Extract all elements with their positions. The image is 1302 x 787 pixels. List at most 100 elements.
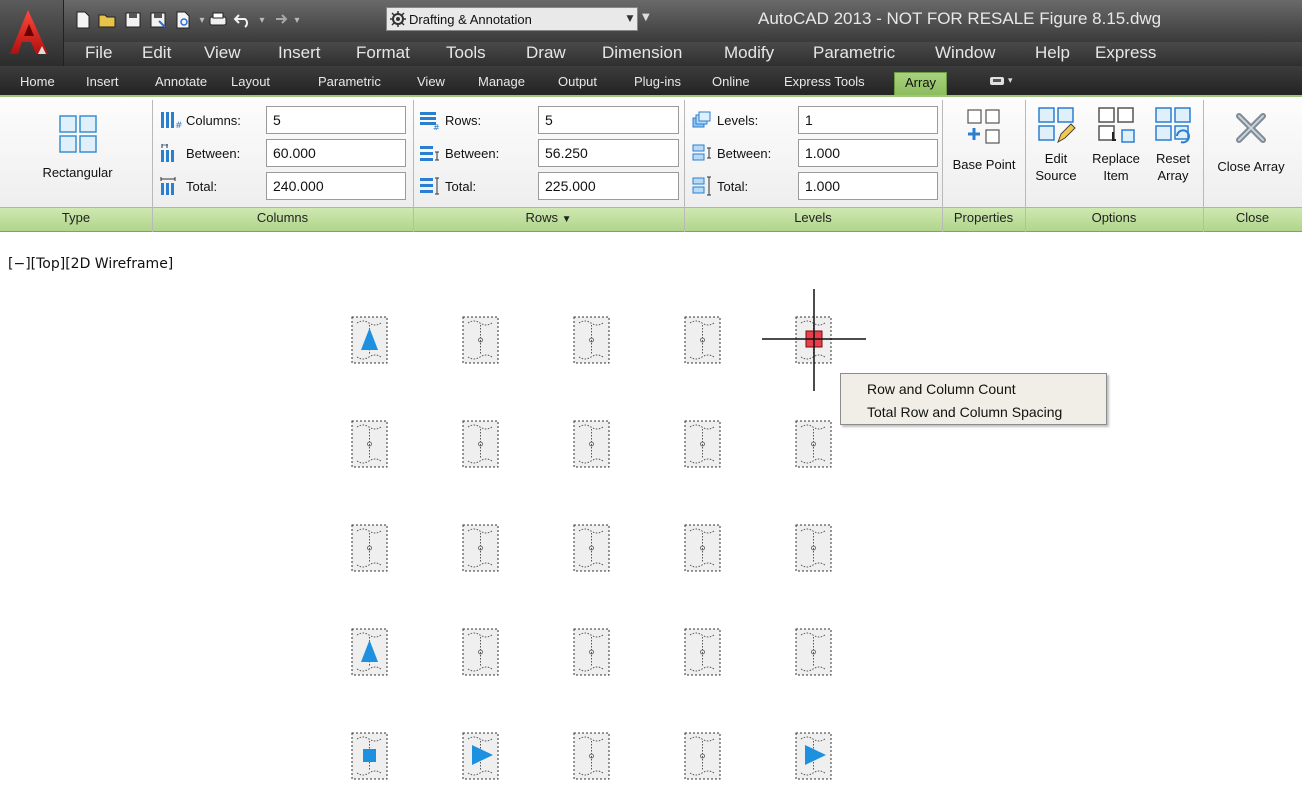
tab-view[interactable]: View (417, 74, 445, 89)
tab-output[interactable]: Output (558, 74, 597, 89)
menu-dimension[interactable]: Dimension (602, 43, 682, 63)
array-item[interactable] (684, 628, 721, 676)
levels-total-input[interactable] (798, 172, 938, 200)
dropdown-arrow-icon[interactable]: ▾ (197, 10, 207, 30)
columns-count-row: # Columns: (160, 106, 241, 134)
menu-parametric[interactable]: Parametric (813, 43, 895, 63)
array-item[interactable] (684, 732, 721, 780)
array-item[interactable] (684, 524, 721, 572)
base-point-button[interactable]: Base Point (945, 108, 1023, 173)
tab-express-tools[interactable]: Express Tools (784, 74, 865, 89)
array-item[interactable] (573, 524, 610, 572)
tab-annotate[interactable]: Annotate (155, 74, 207, 89)
rows-count-input[interactable] (538, 106, 679, 134)
workspace-selector[interactable]: Drafting & Annotation ▼ (386, 7, 638, 31)
array-item[interactable] (795, 524, 832, 572)
array-item[interactable] (573, 316, 610, 364)
ribbon-minimize-button[interactable]: ▾ (989, 72, 1025, 90)
save-as-icon[interactable] (147, 9, 169, 31)
array-item[interactable] (795, 628, 832, 676)
array-item[interactable] (795, 420, 832, 468)
level-total-icon (691, 175, 713, 197)
tab-parametric[interactable]: Parametric (318, 74, 381, 89)
tab-online[interactable]: Online (712, 74, 750, 89)
new-file-icon[interactable] (72, 9, 94, 31)
close-array-button[interactable]: Close Array (1206, 108, 1296, 175)
column-spacing-icon (160, 142, 182, 164)
array-item[interactable] (684, 316, 721, 364)
levels-between-label: Between: (717, 145, 772, 161)
menu-draw[interactable]: Draw (526, 43, 566, 63)
menu-row-column-count[interactable]: Row and Column Count (867, 381, 1016, 397)
menu-window[interactable]: Window (935, 43, 995, 63)
undo-icon[interactable] (232, 9, 254, 31)
array-item[interactable] (573, 420, 610, 468)
columns-count-input[interactable] (266, 106, 406, 134)
tab-plug-ins[interactable]: Plug-ins (634, 74, 681, 89)
menu-tools[interactable]: Tools (446, 43, 486, 63)
array-item[interactable] (462, 316, 499, 364)
menu-modify[interactable]: Modify (724, 43, 774, 63)
menu-format[interactable]: Format (356, 43, 410, 63)
redo-icon[interactable] (267, 9, 289, 31)
chevron-down-icon: ▾ (1008, 76, 1013, 86)
array-item[interactable] (351, 524, 388, 572)
array-item[interactable] (573, 628, 610, 676)
array-item[interactable] (684, 420, 721, 468)
columns-between-input[interactable] (266, 139, 406, 167)
svg-text:#: # (175, 121, 182, 130)
panel-label-rows[interactable]: Rows ▼ (413, 210, 684, 225)
tab-layout[interactable]: Layout (231, 74, 270, 89)
tab-manage[interactable]: Manage (478, 74, 525, 89)
save-icon[interactable] (122, 9, 144, 31)
rows-between-label: Between: (445, 145, 500, 161)
levels-between-row: Between: (691, 139, 771, 167)
rows-icon: # (419, 109, 441, 131)
array-item[interactable] (351, 420, 388, 468)
base-square-grip[interactable] (363, 749, 376, 762)
row-spacing-icon (419, 142, 441, 164)
rows-total-label: Total: (445, 178, 477, 194)
edit-source-label-1: Edit (1044, 151, 1068, 166)
array-item[interactable] (573, 732, 610, 780)
window-title: AutoCAD 2013 - NOT FOR RESALE Figure 8.1… (758, 9, 1162, 28)
menu-file[interactable]: File (85, 43, 112, 63)
edit-source-icon (1038, 107, 1076, 144)
reset-array-label-1: Reset (1156, 151, 1190, 166)
menu-help[interactable]: Help (1035, 43, 1070, 63)
reset-array-label-2: Array (1157, 168, 1189, 183)
drawing-area[interactable] (0, 240, 1302, 787)
application-menu-button[interactable] (0, 0, 64, 66)
row-total-icon (419, 175, 441, 197)
edit-source-label-2: Source (1035, 168, 1077, 183)
levels-count-input[interactable] (798, 106, 938, 134)
plot-icon[interactable] (207, 9, 229, 31)
panel-label-close: Close (1235, 210, 1270, 225)
rectangular-array-button[interactable]: Rectangular (30, 114, 125, 181)
replace-item-button[interactable]: Replace Item (1087, 106, 1145, 184)
customize-toolbar-icon[interactable]: ▼ (642, 12, 650, 23)
rows-between-input[interactable] (538, 139, 679, 167)
svg-text:#: # (433, 123, 440, 130)
menu-edit[interactable]: Edit (142, 43, 171, 63)
levels-between-input[interactable] (798, 139, 938, 167)
tab-home[interactable]: Home (20, 74, 55, 89)
tab-insert[interactable]: Insert (86, 74, 119, 89)
rows-total-input[interactable] (538, 172, 679, 200)
reset-array-button[interactable]: Reset Array (1149, 106, 1197, 184)
menu-view[interactable]: View (204, 43, 241, 63)
menu-insert[interactable]: Insert (278, 43, 321, 63)
columns-total-label: Total: (186, 178, 218, 194)
edit-source-button[interactable]: Edit Source (1031, 106, 1081, 184)
tab-array[interactable]: Array (894, 72, 948, 95)
menu-total-row-column-spacing[interactable]: Total Row and Column Spacing (867, 404, 1062, 420)
menu-express[interactable]: Express (1095, 43, 1156, 63)
undo-dropdown-icon[interactable]: ▾ (257, 10, 267, 30)
array-item[interactable] (462, 420, 499, 468)
redo-dropdown-icon[interactable]: ▾ (292, 10, 302, 30)
plot-preview-icon[interactable] (172, 9, 194, 31)
open-folder-icon[interactable] (97, 9, 119, 31)
columns-total-input[interactable] (266, 172, 406, 200)
array-item[interactable] (462, 628, 499, 676)
array-item[interactable] (462, 524, 499, 572)
